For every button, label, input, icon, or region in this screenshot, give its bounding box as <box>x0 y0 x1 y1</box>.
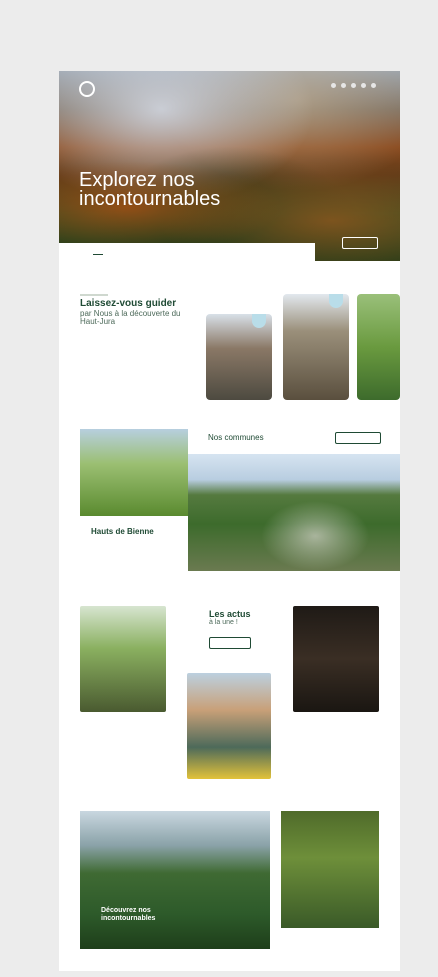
news-image-left[interactable] <box>80 606 166 712</box>
header-icons <box>331 83 376 88</box>
hero-banner: Explorez nos incontournables <box>59 71 400 261</box>
tab-active[interactable] <box>92 250 104 255</box>
user-icon[interactable] <box>341 83 346 88</box>
experience-card[interactable] <box>357 294 400 400</box>
card-badge-icon <box>252 314 266 328</box>
experience-card[interactable] <box>283 294 349 400</box>
actus-button[interactable] <box>209 637 251 649</box>
map-icon[interactable] <box>361 83 366 88</box>
tab-placeholder[interactable] <box>121 250 129 254</box>
actus-subtitle: à la une ! <box>209 619 238 626</box>
site-logo-icon[interactable] <box>79 81 95 97</box>
actus-title: Les actus <box>209 609 251 619</box>
communes-button[interactable] <box>335 432 381 444</box>
intro-subtitle: par Nous à la découverte du Haut-Jura <box>80 309 181 326</box>
page: Explorez nos incontournables Laissez-vou… <box>59 71 400 971</box>
card-badge-icon <box>329 294 343 308</box>
hero-tabs <box>59 243 315 261</box>
language-icon[interactable] <box>351 83 356 88</box>
news-image-center[interactable] <box>187 673 271 779</box>
news-image-right[interactable] <box>293 606 379 712</box>
communes-title: Nos communes <box>208 433 264 442</box>
bottom-feature-image[interactable] <box>80 811 270 949</box>
bottom-feature-title: Découvrez nos incontournables <box>101 907 156 922</box>
bottom-side-image[interactable] <box>281 811 379 928</box>
intro-kicker-line <box>80 294 108 296</box>
tab-placeholder[interactable] <box>148 250 156 254</box>
commune-photo <box>188 454 400 571</box>
commune-name: Hauts de Bienne <box>91 527 154 536</box>
intro-title: Laissez-vous guider <box>80 298 177 309</box>
commune-thumbnail-image[interactable] <box>80 429 188 516</box>
search-icon[interactable] <box>331 83 336 88</box>
menu-icon[interactable] <box>371 83 376 88</box>
commune-panel <box>80 516 188 576</box>
experience-card[interactable] <box>206 314 272 400</box>
hero-title: Explorez nos incontournables <box>79 169 221 210</box>
tab-placeholder[interactable] <box>67 250 75 254</box>
hero-cta-button[interactable] <box>342 237 378 249</box>
